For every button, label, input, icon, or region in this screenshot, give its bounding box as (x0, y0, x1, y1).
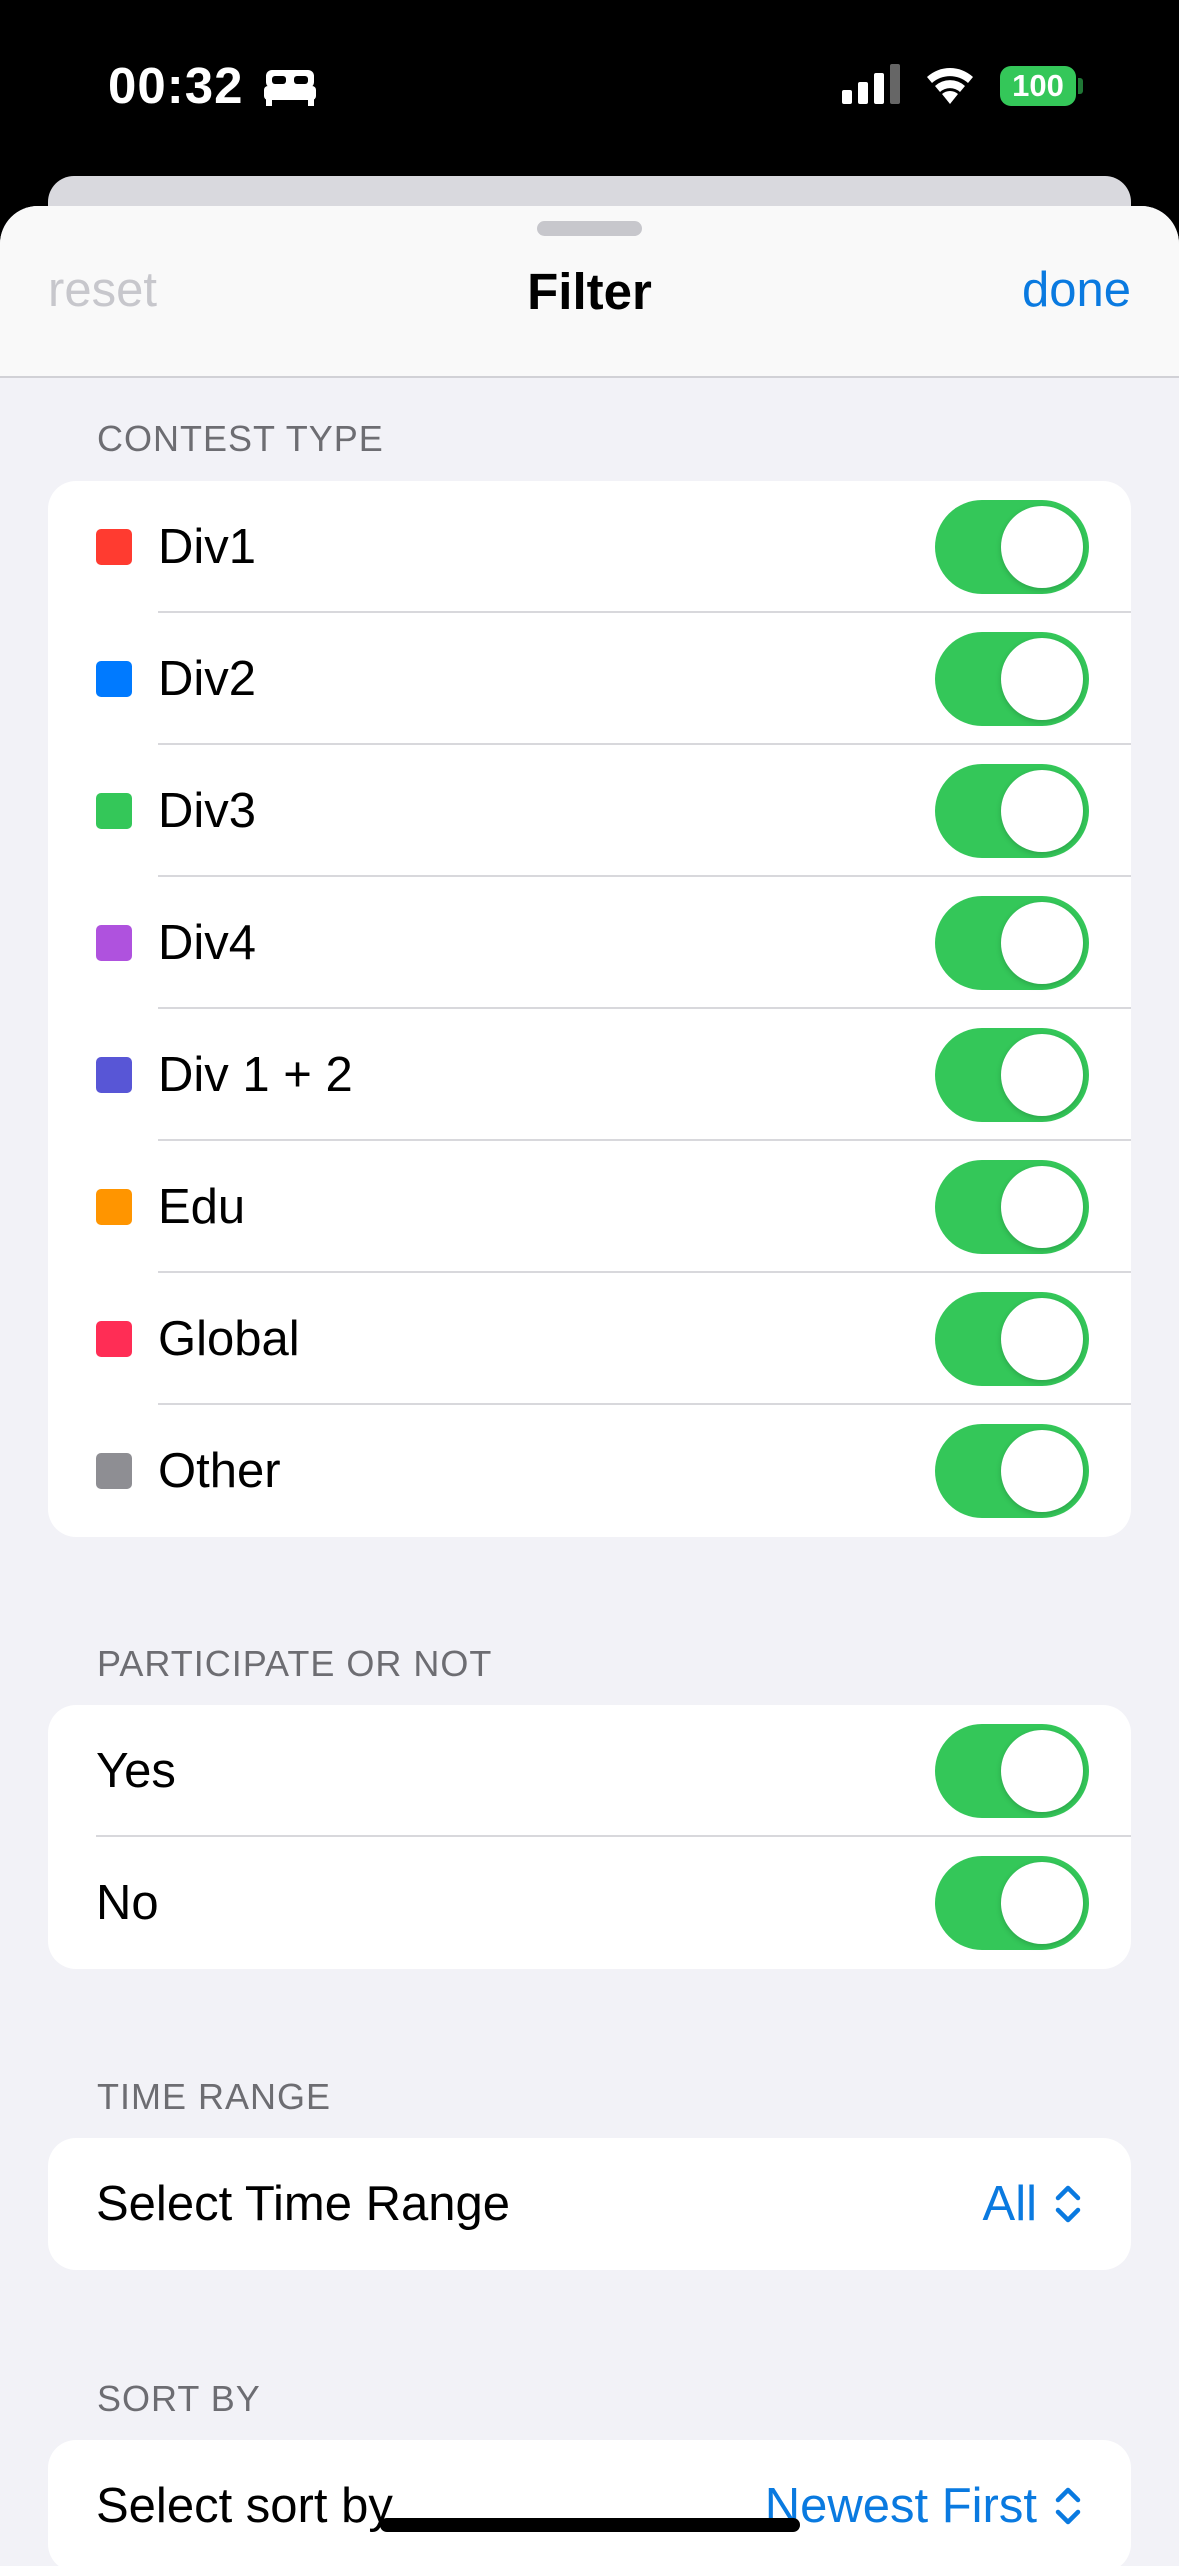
item-label: Div 1 + 2 (158, 1048, 353, 1102)
battery-indicator: 100 (1000, 66, 1076, 106)
list-item: Div 1 + 2 (48, 1009, 1131, 1141)
list-item: Other (48, 1405, 1131, 1537)
navigation-bar: reset Filter done (0, 206, 1179, 378)
item-label: No (96, 1876, 159, 1930)
home-indicator[interactable] (380, 2518, 800, 2532)
contest-type-group: Div1 Div2 Div3 Div4 Div 1 + 2 Edu Global Other (48, 481, 1131, 1537)
toggle-switch[interactable] (935, 1292, 1089, 1386)
toggle-knob (1001, 1430, 1083, 1512)
wifi-icon (927, 68, 973, 104)
list-item: Edu (48, 1141, 1131, 1273)
toggle-knob (1001, 1034, 1083, 1116)
color-swatch (96, 661, 132, 697)
item-label: Div3 (158, 784, 257, 838)
time-range-value: All (982, 2177, 1037, 2231)
sort-by-picker[interactable]: Newest First (765, 2478, 1083, 2534)
toggle-knob (1001, 1298, 1083, 1380)
done-button[interactable]: done (1022, 262, 1131, 318)
section-header-sort-by: SORT BY (97, 2378, 261, 2419)
toggle-switch[interactable] (935, 500, 1089, 594)
toggle-knob (1001, 902, 1083, 984)
toggle-knob (1001, 1862, 1083, 1944)
toggle-switch[interactable] (935, 1724, 1089, 1818)
time-range-label: Select Time Range (96, 2177, 510, 2231)
toggle-knob (1001, 1166, 1083, 1248)
sort-by-label: Select sort by (96, 2479, 393, 2533)
item-label: Yes (96, 1744, 176, 1798)
item-label: Div2 (158, 652, 257, 706)
section-header-contest-type: CONTEST TYPE (97, 418, 384, 459)
participate-group: Yes No (48, 1705, 1131, 1969)
color-swatch (96, 1321, 132, 1357)
item-label: Global (158, 1312, 300, 1366)
section-header-time-range: TIME RANGE (97, 2076, 332, 2117)
toggle-switch[interactable] (935, 764, 1089, 858)
battery-tip (1078, 78, 1083, 94)
list-item: Div4 (48, 877, 1131, 1009)
toggle-switch[interactable] (935, 1856, 1089, 1950)
toggle-switch[interactable] (935, 896, 1089, 990)
color-swatch (96, 1453, 132, 1489)
toggle-switch[interactable] (935, 1028, 1089, 1122)
list-item: No (48, 1837, 1131, 1969)
list-item: Div1 (48, 481, 1131, 613)
sheet-grabber[interactable] (537, 221, 642, 236)
color-swatch (96, 1189, 132, 1225)
list-item: Div2 (48, 613, 1131, 745)
toggle-switch[interactable] (935, 632, 1089, 726)
sort-by-group: Select sort by Newest First (48, 2440, 1131, 2566)
page-title: Filter (527, 263, 652, 320)
item-label: Div4 (158, 916, 257, 970)
item-label: Div1 (158, 520, 257, 574)
toggle-switch[interactable] (935, 1424, 1089, 1518)
color-swatch (96, 529, 132, 565)
status-bar: 00:32 100 (0, 0, 1179, 175)
sort-by-value: Newest First (764, 2479, 1037, 2533)
section-header-participate: PARTICIPATE OR NOT (97, 1643, 493, 1684)
color-swatch (96, 1057, 132, 1093)
status-time: 00:32 (108, 57, 244, 114)
sort-by-row[interactable]: Select sort by Newest First (48, 2440, 1131, 2566)
item-label: Other (158, 1444, 281, 1498)
list-item: Global (48, 1273, 1131, 1405)
toggle-knob (1001, 1730, 1083, 1812)
item-label: Edu (158, 1180, 246, 1234)
color-swatch (96, 793, 132, 829)
list-item: Div3 (48, 745, 1131, 877)
toggle-knob (1001, 638, 1083, 720)
time-range-picker[interactable]: All (983, 2176, 1083, 2232)
filter-sheet: reset Filter done CONTEST TYPE Div1 Div2 D… (0, 206, 1179, 2566)
list-item: Yes (48, 1705, 1131, 1837)
time-range-row[interactable]: Select Time Range All (48, 2138, 1131, 2270)
cellular-signal-icon (842, 64, 900, 104)
chevron-up-down-icon (1055, 2185, 1081, 2223)
toggle-knob (1001, 506, 1083, 588)
bed-icon (264, 70, 316, 106)
time-range-group: Select Time Range All (48, 2138, 1131, 2270)
chevron-up-down-icon (1055, 2487, 1081, 2525)
color-swatch (96, 925, 132, 961)
toggle-switch[interactable] (935, 1160, 1089, 1254)
toggle-knob (1001, 770, 1083, 852)
